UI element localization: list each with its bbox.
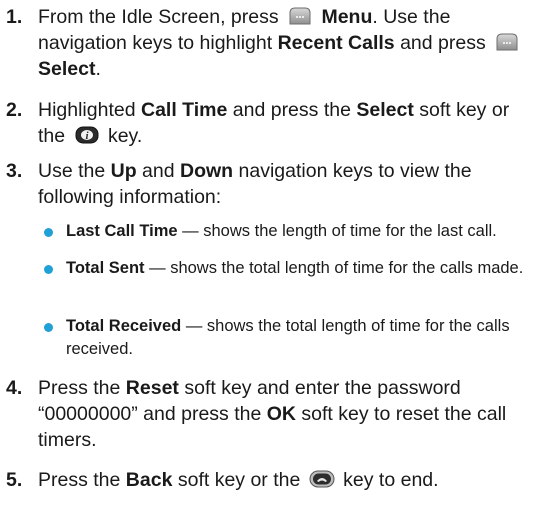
step-text-part: and press: [400, 32, 486, 54]
term: Total Received: [66, 317, 182, 335]
list-item: Last Call Time — shows the length of tim…: [0, 220, 531, 243]
back-label: Back: [125, 469, 173, 491]
bullet-icon: [44, 265, 53, 274]
call-time-label: Call Time: [141, 99, 228, 121]
step-text-part: From the Idle Screen, press: [38, 6, 279, 28]
reset-label: Reset: [125, 377, 179, 399]
step-2: 2. Highlighted Call Time and press the S…: [0, 97, 531, 149]
list-item: Total Sent — shows the total length of t…: [0, 257, 531, 280]
step-5: 5. Press the Back soft key or the key to…: [0, 467, 531, 493]
step-4: 4. Press the Reset soft key and enter th…: [0, 375, 531, 453]
step-text-part: .: [95, 58, 101, 80]
step-text: Use the Up and Down navigation keys to v…: [38, 158, 531, 210]
step-3: 3. Use the Up and Down navigation keys t…: [0, 158, 531, 210]
description: — shows the length of time for the last …: [182, 222, 497, 240]
select-label: Select: [356, 99, 414, 121]
step-text: From the Idle Screen, press Menu. Use th…: [38, 4, 531, 82]
step-text-part: Press the: [38, 469, 121, 491]
step-text-part: soft key or the: [177, 469, 301, 491]
step-text-part: key.: [107, 125, 143, 147]
list-item: Total Received — shows the total length …: [0, 315, 531, 361]
step-text-part: Highlighted: [38, 99, 136, 121]
softkey-icon: [494, 32, 520, 52]
step-text-part: and press the: [232, 99, 351, 121]
term: Total Sent: [66, 259, 145, 277]
step-text-part: key to end.: [343, 469, 439, 491]
up-label: Up: [110, 160, 137, 182]
step-text-part: Use the: [38, 160, 106, 182]
term: Last Call Time: [66, 222, 178, 240]
bullet-icon: [44, 228, 53, 237]
step-text: Press the Reset soft key and enter the p…: [38, 375, 531, 453]
step-1: 1. From the Idle Screen, press Menu. Use…: [0, 4, 531, 82]
recent-calls-label: Recent Calls: [277, 32, 395, 54]
step-text-part: and: [142, 160, 175, 182]
step-number: 2.: [6, 99, 23, 121]
manual-page: 1. From the Idle Screen, press Menu. Use…: [0, 0, 539, 514]
step-number: 3.: [6, 160, 23, 182]
menu-label: Menu: [321, 6, 373, 28]
down-label: Down: [180, 160, 234, 182]
select-key-icon: i: [74, 125, 100, 145]
step-number: 4.: [6, 377, 23, 399]
step-text: Press the Back soft key or the key to en…: [38, 467, 531, 493]
ok-label: OK: [266, 403, 296, 425]
select-label: Select: [38, 58, 96, 80]
step-text-part: Press the: [38, 377, 121, 399]
step-number: 1.: [6, 6, 23, 28]
end-key-icon: [309, 469, 335, 489]
step-number: 5.: [6, 469, 23, 491]
bullet-icon: [44, 323, 53, 332]
softkey-icon: [287, 6, 313, 26]
description: — shows the total length of time for the…: [149, 259, 524, 277]
step-text: Highlighted Call Time and press the Sele…: [38, 97, 531, 149]
